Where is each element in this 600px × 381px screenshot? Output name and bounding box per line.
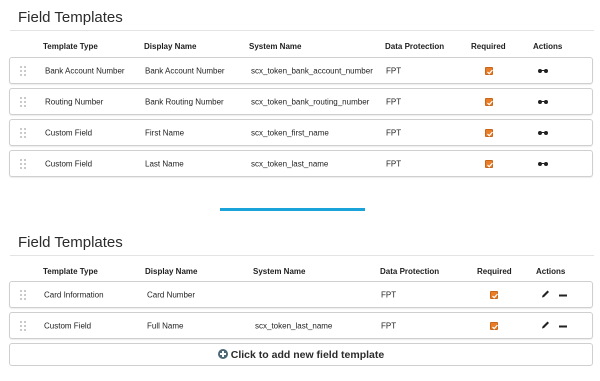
drag-handle-icon[interactable]: [20, 128, 26, 138]
cell-data-protection: FPT: [381, 290, 397, 299]
header-actions: Actions: [536, 267, 566, 276]
cell-data-protection: FPT: [386, 128, 402, 137]
cell-template-type: Bank Account Number: [45, 66, 125, 75]
header-template-type: Template Type: [43, 267, 98, 276]
header-system-name: System Name: [253, 267, 306, 276]
header-data-protection: Data Protection: [385, 42, 445, 51]
header-template-type: Template Type: [43, 42, 98, 51]
required-checkbox[interactable]: [490, 321, 498, 330]
view-glasses-icon[interactable]: [537, 128, 549, 137]
cell-system-name: scx_token_bank_account_number: [251, 66, 373, 75]
remove-minus-icon[interactable]: [559, 290, 567, 299]
cell-system-name: scx_token_last_name: [251, 159, 329, 168]
cell-data-protection: FPT: [386, 66, 402, 75]
header-display-name: Display Name: [145, 267, 198, 276]
required-checkbox[interactable]: [485, 159, 493, 168]
section1-title-rule: [10, 30, 594, 31]
view-glasses-icon[interactable]: [537, 97, 549, 106]
cell-template-type: Custom Field: [45, 159, 93, 168]
view-glasses-icon[interactable]: [537, 66, 549, 75]
cell-display-name: Bank Routing Number: [145, 97, 224, 106]
edit-pencil-icon[interactable]: [541, 289, 550, 300]
cell-system-name: scx_token_first_name: [251, 128, 329, 137]
cell-template-type: Custom Field: [44, 321, 92, 330]
header-required: Required: [471, 42, 506, 51]
add-circle-icon: [217, 348, 228, 359]
cell-template-type: Routing Number: [45, 97, 104, 106]
section2-title: Field Templates: [18, 234, 123, 251]
drag-handle-icon[interactable]: [20, 159, 26, 169]
cell-data-protection: FPT: [381, 321, 397, 330]
view-glasses-icon[interactable]: [537, 159, 549, 168]
header-required: Required: [477, 267, 512, 276]
header-system-name: System Name: [249, 42, 302, 51]
header-display-name: Display Name: [144, 42, 197, 51]
required-checkbox[interactable]: [485, 97, 493, 106]
table-row[interactable]: Custom Field Last Name scx_token_last_na…: [9, 150, 593, 177]
cell-display-name: Card Number: [147, 290, 196, 299]
table-row[interactable]: Custom Field Full Name scx_token_last_na…: [9, 312, 593, 339]
header-data-protection: Data Protection: [380, 267, 440, 276]
table-row[interactable]: Bank Account Number Bank Account Number …: [9, 57, 593, 84]
add-field-template-button[interactable]: Click to add new field template: [9, 343, 593, 366]
required-checkbox[interactable]: [490, 290, 498, 299]
drag-handle-icon[interactable]: [20, 66, 26, 76]
cell-display-name: Bank Account Number: [145, 66, 225, 75]
header-actions: Actions: [533, 42, 563, 51]
section-divider: [220, 208, 365, 211]
table-row[interactable]: Custom Field First Name scx_token_first_…: [9, 119, 593, 146]
table-row[interactable]: Card Information Card Number FPT: [9, 281, 593, 308]
add-field-template-label: Click to add new field template: [230, 348, 385, 361]
cell-template-type: Card Information: [44, 290, 104, 299]
cell-system-name: scx_token_last_name: [255, 321, 333, 330]
drag-handle-icon[interactable]: [20, 290, 26, 300]
cell-system-name: scx_token_bank_routing_number: [251, 97, 370, 106]
drag-handle-icon[interactable]: [20, 321, 26, 331]
section2-table-header: Template Type Display Name System Name D…: [0, 267, 600, 281]
required-checkbox[interactable]: [485, 66, 493, 75]
section1-title: Field Templates: [18, 9, 123, 26]
table-row[interactable]: Routing Number Bank Routing Number scx_t…: [9, 88, 593, 115]
cell-display-name: First Name: [145, 128, 185, 137]
edit-pencil-icon[interactable]: [541, 320, 550, 331]
cell-data-protection: FPT: [386, 97, 402, 106]
required-checkbox[interactable]: [485, 128, 493, 137]
drag-handle-icon[interactable]: [20, 97, 26, 107]
cell-display-name: Last Name: [145, 159, 184, 168]
section2-title-rule: [10, 255, 594, 256]
remove-minus-icon[interactable]: [559, 321, 567, 330]
cell-template-type: Custom Field: [45, 128, 93, 137]
section1-table-header: Template Type Display Name System Name D…: [0, 42, 600, 56]
cell-data-protection: FPT: [386, 159, 402, 168]
cell-display-name: Full Name: [147, 321, 184, 330]
